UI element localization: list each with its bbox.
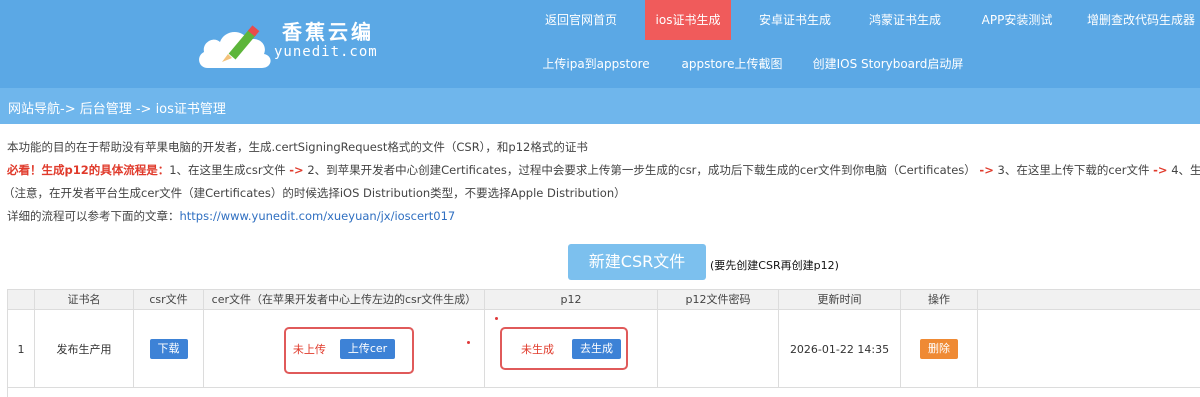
annotation-dot bbox=[495, 317, 498, 320]
header-p12: p12 bbox=[485, 290, 658, 310]
header-p12-password: p12文件密码 bbox=[658, 290, 779, 310]
logo-title: 香蕉云编 bbox=[282, 20, 374, 44]
header-cer-file: cer文件（在苹果开发者中心上传左边的csr文件生成） bbox=[204, 290, 485, 310]
cloud-pencil-icon bbox=[199, 25, 271, 68]
nav-upload-ipa[interactable]: 上传ipa到appstore bbox=[534, 44, 658, 84]
nav-home[interactable]: 返回官网首页 bbox=[534, 0, 628, 40]
annotation-box-p12 bbox=[500, 327, 628, 370]
annotation-dot bbox=[467, 341, 470, 344]
delete-button[interactable]: 删除 bbox=[920, 339, 958, 359]
row-csr-cell: 下载 bbox=[134, 310, 204, 388]
nav-android-cert[interactable]: 安卓证书生成 bbox=[750, 0, 840, 40]
arrow-3: -> bbox=[1153, 163, 1168, 177]
step-1: 1、在这里生成csr文件 bbox=[169, 163, 286, 177]
breadcrumb-bar: 网站导航-> 后台管理 -> ios证书管理 bbox=[0, 88, 1200, 124]
step-2: 2、到苹果开发者中心创建Certificates，过程中会要求上传第一步生成的c… bbox=[307, 163, 976, 177]
download-csr-button[interactable]: 下载 bbox=[149, 339, 188, 359]
info-reference: 详细的流程可以参考下面的文章：https://www.yunedit.com/x… bbox=[7, 208, 455, 224]
reference-link[interactable]: https://www.yunedit.com/xueyuan/jx/iosce… bbox=[180, 209, 456, 223]
nav-storyboard[interactable]: 创建IOS Storyboard启动屏 bbox=[808, 44, 968, 84]
must-read-label: 必看！生成p12的具体流程是： bbox=[7, 163, 170, 177]
nav-crud-generator[interactable]: 增删查改代码生成器 bbox=[1082, 0, 1200, 40]
nav-appstore-screenshots[interactable]: appstore上传截图 bbox=[675, 44, 789, 84]
table-header: 证书名 csr文件 cer文件（在苹果开发者中心上传左边的csr文件生成） p1… bbox=[8, 290, 1200, 310]
site-logo[interactable]: 香蕉云编 yunedit.com bbox=[196, 12, 378, 72]
logo-subtitle: yunedit.com bbox=[274, 44, 378, 60]
step-4: 4、生成p12文 bbox=[1171, 163, 1200, 177]
info-note: （注意，在开发者平台生成cer文件（建Certificates）的时候选择iOS… bbox=[3, 186, 626, 200]
row-operation-cell: 删除 bbox=[901, 310, 978, 388]
info-line-1: 本功能的目的在于帮助没有苹果电脑的开发者，生成.certSigningReque… bbox=[7, 140, 588, 154]
top-header: 香蕉云编 yunedit.com 返回官网首页 ios证书生成 安卓证书生成 鸿… bbox=[0, 0, 1200, 88]
nav-app-install-test[interactable]: APP安装测试 bbox=[972, 0, 1062, 40]
header-cert-name: 证书名 bbox=[35, 290, 134, 310]
row-cert-name: 发布生产用 bbox=[35, 310, 134, 388]
row-p12-password bbox=[658, 310, 779, 388]
arrow-1: -> bbox=[289, 163, 304, 177]
annotation-box-cer bbox=[284, 327, 414, 374]
reference-label: 详细的流程可以参考下面的文章： bbox=[7, 209, 180, 223]
row-updated: 2026-01-22 14:35 bbox=[779, 310, 901, 388]
arrow-2: -> bbox=[979, 163, 994, 177]
nav-harmony-cert[interactable]: 鸿蒙证书生成 bbox=[860, 0, 950, 40]
breadcrumb: 网站导航-> 后台管理 -> ios证书管理 bbox=[8, 102, 226, 117]
header-csr-file: csr文件 bbox=[134, 290, 204, 310]
create-csr-note: (要先创建CSR再创建p12) bbox=[710, 259, 839, 272]
header-updated: 更新时间 bbox=[779, 290, 901, 310]
create-csr-button[interactable]: 新建CSR文件 bbox=[568, 244, 706, 280]
row-index: 1 bbox=[8, 310, 35, 388]
info-steps: 必看！生成p12的具体流程是：1、在这里生成csr文件 -> 2、到苹果开发者中… bbox=[7, 162, 1200, 178]
header-operation: 操作 bbox=[901, 290, 978, 310]
header-index bbox=[8, 290, 35, 310]
nav-ios-cert[interactable]: ios证书生成 bbox=[645, 0, 731, 40]
step-3: 3、在这里上传下载的cer文件 bbox=[997, 163, 1150, 177]
